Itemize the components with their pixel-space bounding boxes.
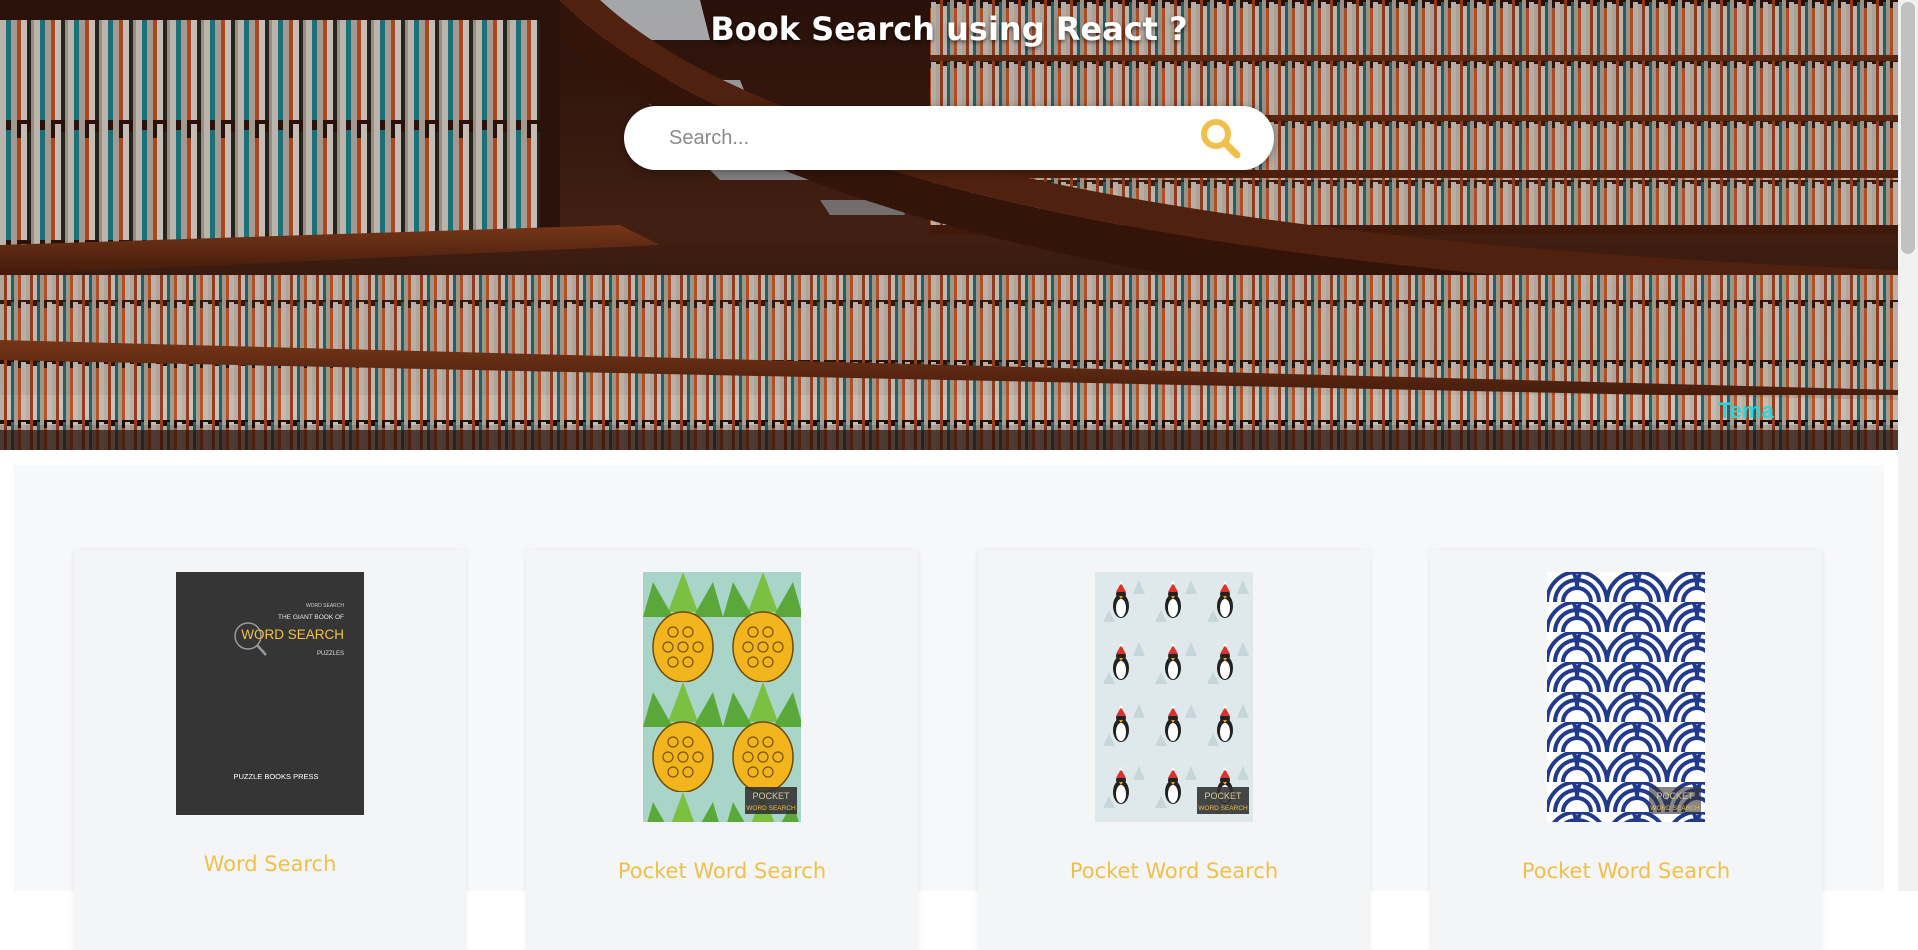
results-grid: WORD SEARCH THE GIANT BOOK OF WORD SEARC… (14, 465, 1884, 950)
page-title: Book Search using React ? (710, 10, 1188, 48)
tema-watermark: Tema (1718, 398, 1775, 423)
svg-text:WORD SEARCH: WORD SEARCH (241, 627, 344, 642)
svg-text:POCKET: POCKET (1656, 791, 1694, 801)
svg-text:WORD SEARCH: WORD SEARCH (306, 603, 344, 609)
svg-text:POCKET: POCKET (752, 791, 790, 801)
svg-text:THE GIANT BOOK OF: THE GIANT BOOK OF (278, 614, 344, 621)
book-cover-image: WORD SEARCH THE GIANT BOOK OF WORD SEARC… (176, 572, 364, 815)
book-title[interactable]: Word Search (74, 852, 466, 876)
book-cover-image: POCKET WORD SEARCH (1095, 572, 1253, 822)
book-card[interactable]: POCKET WORD SEARCH Pocket Word Search (526, 550, 918, 950)
book-cover-image: POCKET WORD SEARCH (1547, 572, 1705, 822)
search-icon (1201, 119, 1241, 159)
svg-text:WORD SEARCH: WORD SEARCH (746, 805, 796, 812)
search-button[interactable] (1198, 116, 1242, 160)
book-card[interactable]: WORD SEARCH THE GIANT BOOK OF WORD SEARC… (74, 550, 466, 950)
page-scrollbar[interactable] (1898, 0, 1918, 891)
hero-banner: Tema Book Search using React ? (0, 0, 1898, 450)
svg-text:PUZZLE BOOKS PRESS: PUZZLE BOOKS PRESS (233, 772, 318, 781)
svg-text:POCKET: POCKET (1204, 791, 1242, 801)
book-title[interactable]: Pocket Word Search (978, 859, 1370, 883)
book-cover-image: POCKET WORD SEARCH (643, 572, 801, 822)
svg-text:PUZZLES: PUZZLES (317, 651, 344, 657)
svg-text:WORD SEARCH: WORD SEARCH (1650, 805, 1700, 812)
book-title[interactable]: Pocket Word Search (526, 859, 918, 883)
scrollbar-thumb[interactable] (1901, 2, 1915, 254)
search-bar (624, 106, 1274, 170)
book-title[interactable]: Pocket Word Search (1430, 859, 1822, 883)
svg-text:WORD SEARCH: WORD SEARCH (1198, 805, 1248, 812)
search-input[interactable] (669, 126, 1198, 150)
book-card[interactable]: POCKET WORD SEARCH Pocket Word Search (1430, 550, 1822, 950)
library-background-image: Tema (0, 0, 1898, 450)
book-card[interactable]: POCKET WORD SEARCH Pocket Word Search (978, 550, 1370, 950)
